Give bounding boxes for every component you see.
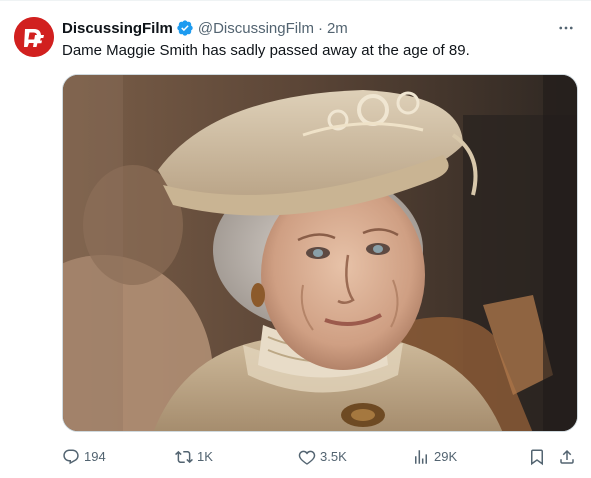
retweet-icon [175, 450, 193, 464]
views-button[interactable]: 29K [412, 445, 457, 469]
verified-badge-icon [176, 19, 194, 37]
tweet-text: Dame Maggie Smith has sadly passed away … [62, 42, 470, 59]
share-button[interactable] [558, 445, 580, 469]
separator-dot: · [317, 19, 323, 37]
tweet-card[interactable]: DiscussingFilm @DiscussingFilm · 2m Dame… [0, 0, 591, 478]
tweet-header: DiscussingFilm @DiscussingFilm · 2m [62, 18, 348, 38]
bookmark-icon [531, 449, 543, 466]
reply-icon [63, 449, 79, 465]
more-horizontal-icon[interactable] [555, 17, 577, 39]
tweet-photo[interactable] [62, 74, 578, 432]
like-icon [298, 450, 316, 465]
views-count: 29K [434, 449, 458, 464]
timestamp[interactable]: 2m [327, 20, 348, 37]
handle[interactable]: @DiscussingFilm [198, 20, 314, 37]
avatar[interactable] [14, 17, 54, 57]
action-bar: 194 1K 3.5K 29K [62, 445, 578, 469]
retweet-button[interactable]: 1K [175, 445, 213, 469]
like-count: 3.5K [320, 449, 347, 464]
reply-count: 194 [84, 449, 106, 464]
bookmark-button[interactable] [528, 445, 550, 469]
discussingfilm-logo-icon [14, 17, 54, 57]
display-name[interactable]: DiscussingFilm [62, 20, 173, 37]
share-icon [560, 449, 574, 464]
retweet-count: 1K [197, 449, 213, 464]
reply-button[interactable]: 194 [62, 445, 106, 469]
like-button[interactable]: 3.5K [298, 445, 347, 469]
views-icon [415, 450, 427, 464]
